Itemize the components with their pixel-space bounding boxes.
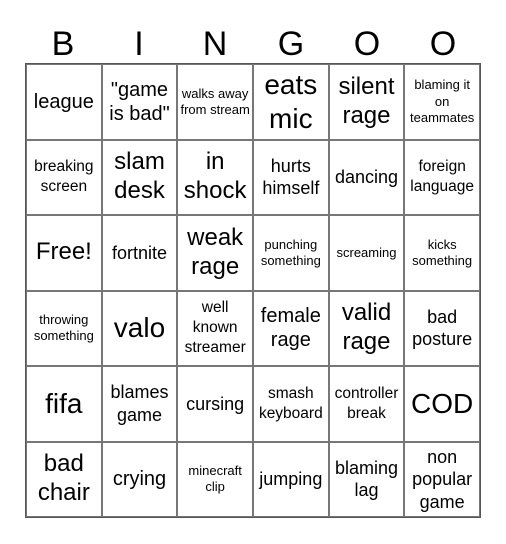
bingo-cell[interactable]: blames game [101, 366, 178, 442]
header-letter: O [429, 25, 457, 63]
bingo-cell[interactable]: throwing something [26, 290, 102, 366]
bingo-grid: league "game is bad" walks away from str… [25, 63, 481, 518]
bingo-cell[interactable]: "game is bad" [101, 64, 178, 140]
free-space-cell[interactable]: Free! [26, 215, 102, 291]
bingo-cell[interactable]: breaking screen [26, 139, 102, 215]
bingo-cell[interactable]: COD [404, 366, 480, 442]
header-letter: G [277, 25, 305, 63]
bingo-cell[interactable]: dancing [328, 139, 405, 215]
bingo-cell[interactable]: fortnite [101, 215, 178, 291]
bingo-cell[interactable]: non popular game [404, 441, 480, 517]
header-letter: N [202, 25, 228, 63]
bingo-cell[interactable]: controller break [328, 366, 405, 442]
bingo-cell[interactable]: silent rage [328, 64, 405, 140]
bingo-cell[interactable]: blaming lag [328, 441, 405, 517]
bingo-cell[interactable]: jumping [252, 441, 329, 517]
bingo-cell[interactable]: valid rage [328, 290, 405, 366]
bingo-cell[interactable]: female rage [252, 290, 329, 366]
bingo-cell[interactable]: cursing [177, 366, 253, 442]
bingo-cell[interactable]: screaming [328, 215, 405, 291]
bingo-cell[interactable]: bad chair [26, 441, 102, 517]
bingo-cell[interactable]: foreign language [404, 139, 480, 215]
bingo-cell[interactable]: punching something [252, 215, 329, 291]
bingo-cell[interactable]: walks away from stream [177, 64, 253, 140]
bingo-cell[interactable]: blaming it on teammates [404, 64, 480, 140]
bingo-cell[interactable]: minecraft clip [177, 441, 253, 517]
header-letter: O [353, 25, 381, 63]
bingo-cell[interactable]: fifa [26, 366, 102, 442]
bingo-cell[interactable]: well known streamer [177, 290, 253, 366]
bingo-cell[interactable]: crying [101, 441, 178, 517]
header-letter: I [134, 25, 144, 63]
bingo-header: B I N G O O [25, 24, 481, 64]
bingo-cell[interactable]: in shock [177, 139, 253, 215]
bingo-cell[interactable]: valo [101, 290, 178, 366]
bingo-cell[interactable]: hurts himself [252, 139, 329, 215]
bingo-cell[interactable]: weak rage [177, 215, 253, 291]
bingo-cell[interactable]: bad posture [404, 290, 480, 366]
bingo-cell[interactable]: kicks something [404, 215, 480, 291]
bingo-cell[interactable]: slam desk [101, 139, 178, 215]
bingo-cell[interactable]: smash keyboard [252, 366, 329, 442]
bingo-cell[interactable]: eats mic [252, 64, 329, 140]
header-letter: B [51, 25, 75, 63]
bingo-cell[interactable]: league [26, 64, 102, 140]
